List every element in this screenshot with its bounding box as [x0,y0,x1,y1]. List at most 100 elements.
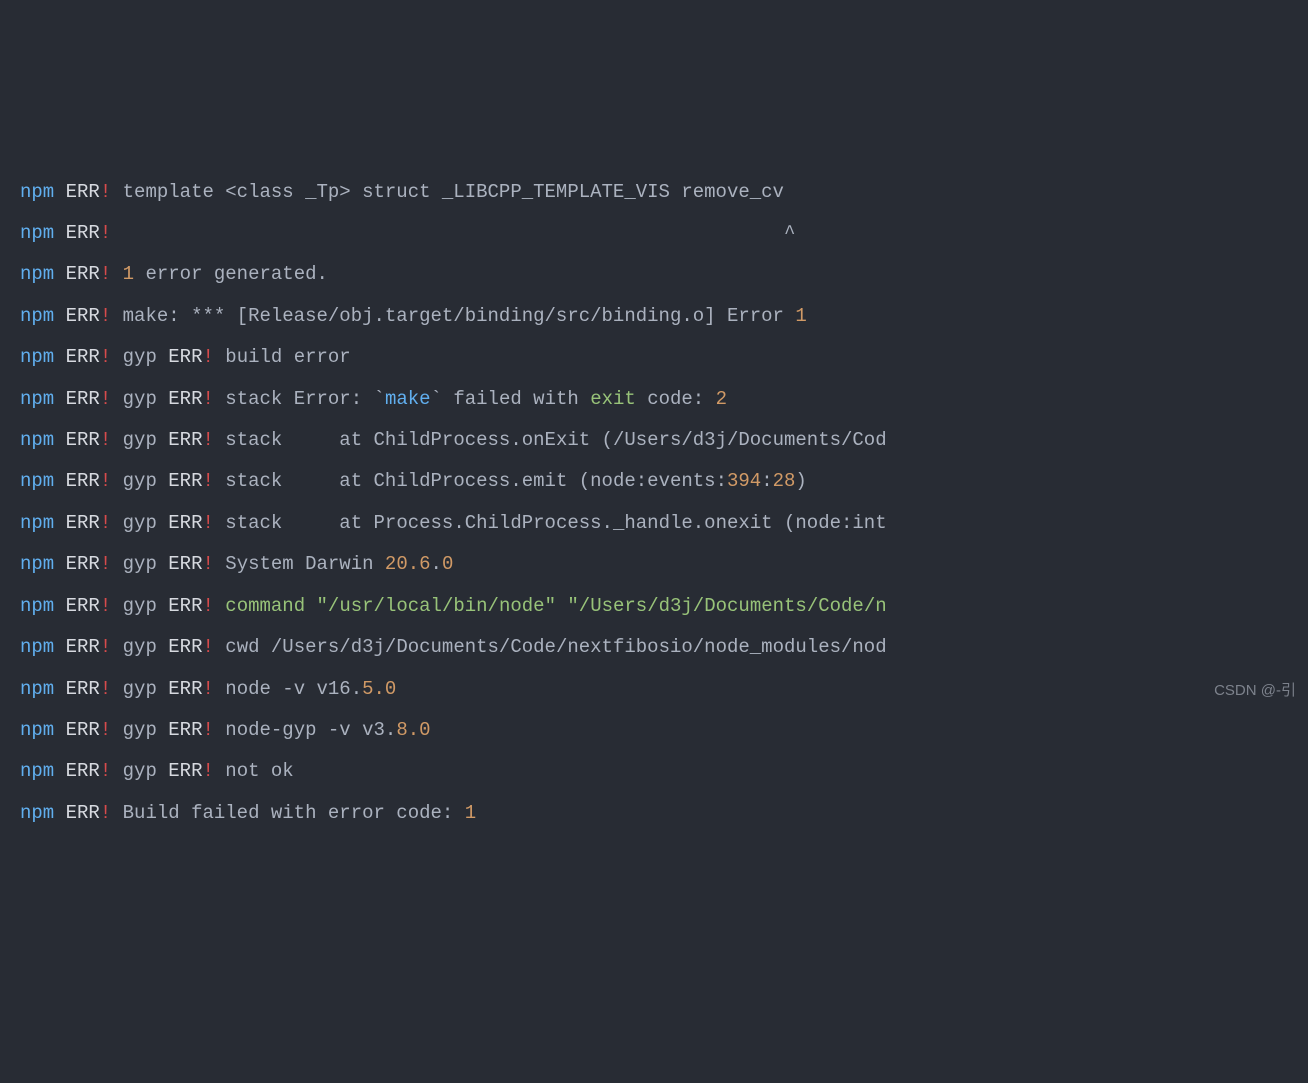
terminal-segment: ERR [66,388,100,410]
terminal-segment: ERR [66,553,100,575]
terminal-segment: ! [202,678,213,700]
terminal-segment: ERR [66,719,100,741]
terminal-segment: gyp [111,429,168,451]
terminal-segment [305,595,316,617]
terminal-segment: ERR [66,429,100,451]
terminal-segment: npm [20,429,54,451]
terminal-segment: ERR [168,760,202,782]
terminal-segment: ! [202,760,213,782]
terminal-segment: ERR [66,512,100,534]
terminal-segment: ERR [66,263,100,285]
terminal-segment: 1 [795,305,806,327]
terminal-segment: ERR [168,388,202,410]
terminal-segment: gyp [111,678,168,700]
terminal-segment: ! [100,222,111,244]
terminal-segment: ! [100,553,111,575]
terminal-segment: 2 [716,388,727,410]
terminal-segment: ERR [168,719,202,741]
terminal-segment: ! [100,719,111,741]
terminal-segment: npm [20,305,54,327]
terminal-segment: ERR [66,305,100,327]
terminal-segment: 394 [727,470,761,492]
terminal-segment [54,595,65,617]
terminal-line: npm ERR! gyp ERR! stack Error: `make` fa… [20,379,1308,420]
terminal-segment: 28 [773,470,796,492]
terminal-segment [54,512,65,534]
terminal-segment: npm [20,470,54,492]
terminal-segment: ` [374,388,385,410]
terminal-segment: stack Error: [214,388,374,410]
terminal-segment: ) [795,470,806,492]
terminal-segment: code: [636,388,716,410]
terminal-segment [54,305,65,327]
terminal-segment: failed with [442,388,590,410]
terminal-segment: System Darwin [214,553,385,575]
terminal-segment: ! [100,346,111,368]
terminal-segment: make [385,388,431,410]
terminal-segment: ! [202,553,213,575]
terminal-segment [54,802,65,824]
terminal-line: npm ERR! 1 error generated. [20,254,1308,295]
terminal-segment: gyp [111,595,168,617]
terminal-line: npm ERR! gyp ERR! stack at ChildProcess.… [20,461,1308,502]
terminal-segment: ^ [111,222,795,244]
terminal-segment: ERR [168,470,202,492]
terminal-segment: make: *** [Release/obj.target/binding/sr… [111,305,795,327]
terminal-segment: ERR [66,181,100,203]
terminal-line: npm ERR! gyp ERR! cwd /Users/d3j/Documen… [20,627,1308,668]
terminal-segment: 20.6 [385,553,431,575]
terminal-line: npm ERR! gyp ERR! stack at ChildProcess.… [20,420,1308,461]
terminal-segment: ERR [66,802,100,824]
terminal-segment: ! [202,512,213,534]
terminal-segment: ! [202,470,213,492]
terminal-segment: npm [20,181,54,203]
terminal-line: npm ERR! gyp ERR! not ok [20,751,1308,792]
terminal-segment: 8.0 [396,719,430,741]
terminal-segment: 1 [465,802,476,824]
terminal-segment: npm [20,678,54,700]
terminal-line: npm ERR! gyp ERR! stack at Process.Child… [20,503,1308,544]
terminal-segment: ERR [168,678,202,700]
terminal-segment: gyp [111,512,168,534]
terminal-segment: 0 [442,553,453,575]
terminal-segment: npm [20,553,54,575]
terminal-segment: npm [20,636,54,658]
terminal-segment: ! [100,760,111,782]
terminal-segment: ! [202,429,213,451]
terminal-segment: stack at Process.ChildProcess._handle.on… [214,512,887,534]
terminal-segment: ! [202,636,213,658]
terminal-segment [54,678,65,700]
terminal-segment: ERR [168,595,202,617]
terminal-segment: ! [100,802,111,824]
terminal-segment: ! [202,388,213,410]
terminal-segment: build error [214,346,362,368]
terminal-segment [556,595,567,617]
terminal-output[interactable]: npm ERR! template <class _Tp> struct _LI… [20,172,1308,835]
terminal-segment: "/Users/d3j/Documents/Code/n [567,595,886,617]
terminal-segment: ERR [66,346,100,368]
terminal-segment: ERR [66,760,100,782]
terminal-segment [111,263,122,285]
terminal-segment: ERR [66,595,100,617]
terminal-segment [54,429,65,451]
terminal-segment: 1 [123,263,134,285]
terminal-line: npm ERR! gyp ERR! build error [20,337,1308,378]
terminal-segment: ! [100,636,111,658]
terminal-segment: . [431,553,442,575]
terminal-segment: ERR [168,429,202,451]
terminal-segment: ! [100,595,111,617]
terminal-segment: npm [20,222,54,244]
terminal-segment: ERR [168,512,202,534]
terminal-segment: ERR [66,636,100,658]
terminal-segment: ! [100,305,111,327]
terminal-segment: npm [20,760,54,782]
terminal-segment: : [761,470,772,492]
terminal-segment [54,636,65,658]
terminal-segment: ! [202,719,213,741]
terminal-segment: gyp [111,760,168,782]
terminal-segment: gyp [111,636,168,658]
terminal-segment [54,263,65,285]
terminal-segment: node-gyp -v v3. [214,719,396,741]
terminal-segment [54,760,65,782]
terminal-segment: ! [202,346,213,368]
